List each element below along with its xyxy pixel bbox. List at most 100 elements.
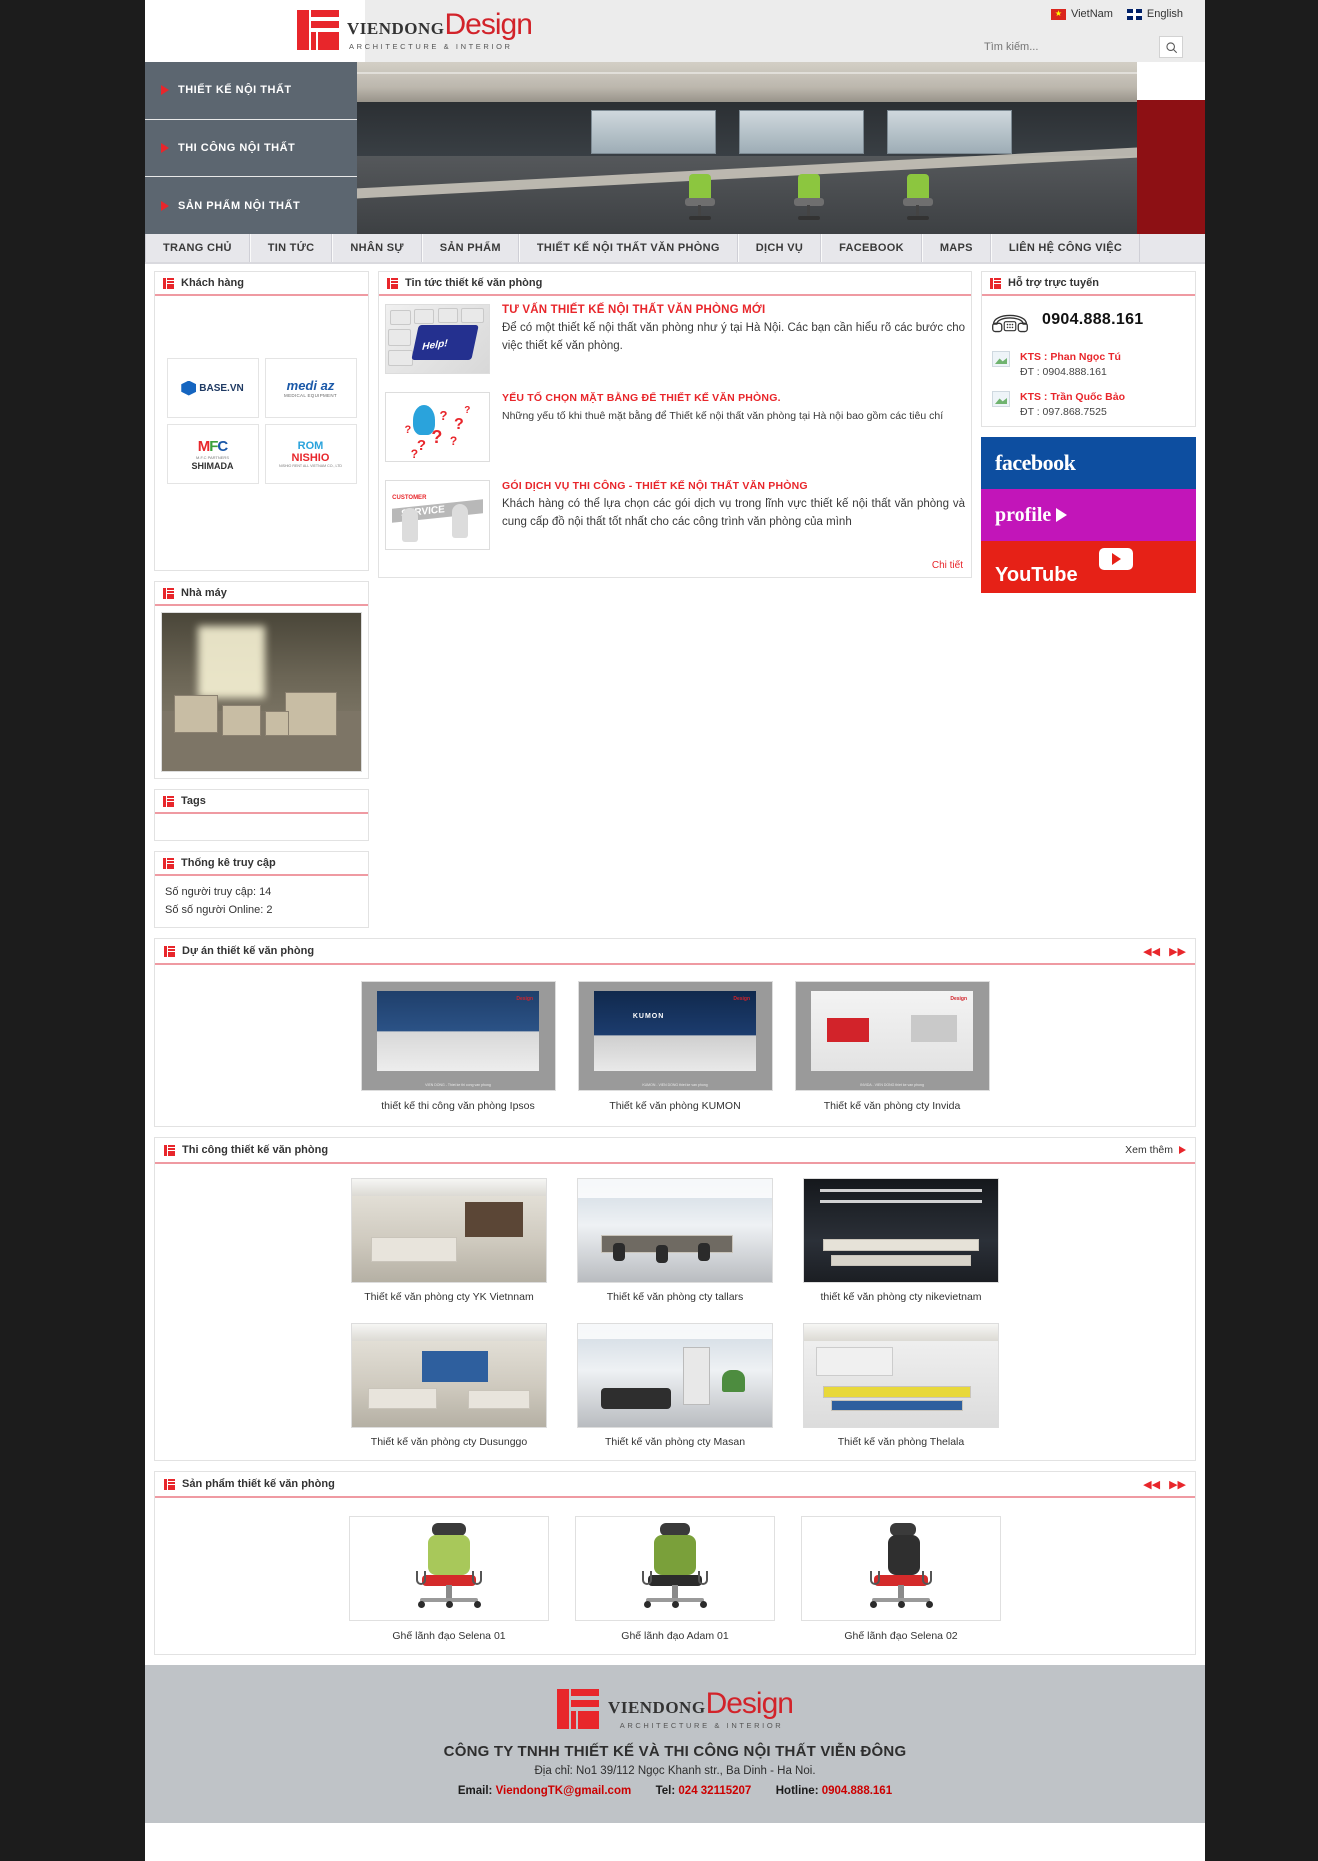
construction-grid-row1: Thiết kế văn phòng cty YK Vietnnam Thiết… [155, 1164, 1195, 1309]
construction-card-0[interactable]: Thiết kế văn phòng cty YK Vietnnam [351, 1178, 547, 1305]
panel-customers: Khách hàng BASE.VN medi az MEDICAL EQUIP… [154, 271, 369, 571]
project-card-0[interactable]: Design VIEN DONG - Thiet ke thi cong van… [360, 981, 556, 1116]
construction-more-link[interactable]: Xem thêm [1125, 1144, 1186, 1156]
nav-item-lien-he[interactable]: LIÊN HỆ CÔNG VIỆC [990, 234, 1141, 262]
youtube-play-icon [1099, 548, 1133, 570]
social-facebook-button[interactable]: facebook [981, 437, 1196, 489]
site-logo[interactable]: VIENDONG Design ARCHITECTURE & INTERIOR [297, 8, 533, 52]
construction-card-4[interactable]: Thiết kế văn phòng cty Masan [577, 1323, 773, 1450]
news-item-0[interactable]: TƯ VẤN THIẾT KẾ NỘI THẤT VĂN PHÒNG MỚI Đ… [379, 296, 971, 384]
telephone-icon [992, 314, 1028, 333]
panel-title-support: Hỗ trợ trực tuyến [1008, 277, 1099, 289]
social-youtube-button[interactable]: YouTube [981, 541, 1196, 593]
construction-card-5[interactable]: Thiết kế văn phòng Thelala [803, 1323, 999, 1450]
nav-item-facebook[interactable]: FACEBOOK [821, 234, 922, 262]
news-item-1[interactable]: ? ? ? ? ? ? ? ? YẾU TỐ CHỌN MẶT BẰNG ĐỂ … [379, 384, 971, 472]
play-triangle-icon [1056, 508, 1068, 522]
section-construction: Thi công thiết kế văn phòng Xem thêm Thi… [154, 1137, 1196, 1462]
news-heading-2[interactable]: GÓI DỊCH VỤ THI CÔNG - THIẾT KẾ NỘI THẤT… [502, 480, 965, 492]
project-card-1[interactable]: Design KUMON KUMON - VIEN DONG thiet ke … [577, 981, 773, 1116]
customer-logo-medi[interactable]: medi az MEDICAL EQUIPMENT [264, 358, 357, 418]
vn-flag-icon [1050, 8, 1066, 20]
product-caption-1: Ghế lãnh đạo Adam 01 [621, 1630, 729, 1643]
customer-sub-3: ROM [297, 440, 324, 452]
customer-sub-2: M.F.C PARTNERS [196, 454, 229, 460]
stats-body: Số người truy cập: 14 Số số người Online… [155, 876, 368, 927]
projects-prev-arrow-icon[interactable]: ◀◀ [1143, 945, 1160, 958]
nav-item-san-pham[interactable]: SẢN PHẨM [421, 234, 519, 262]
news-detail-link[interactable]: Chi tiết [379, 560, 971, 577]
footer-logo-tagline: ARCHITECTURE & INTERIOR [619, 1720, 784, 1730]
customer-sub-1: MEDICAL EQUIPMENT [284, 393, 337, 398]
project-caption-2: Thiết kế văn phòng cty Invida [823, 1100, 961, 1113]
nav-item-trang-chu[interactable]: TRANG CHỦ [145, 234, 250, 262]
language-english[interactable]: English [1126, 8, 1183, 20]
language-vietnam[interactable]: VietNam [1050, 8, 1113, 20]
panel-head-factory: Nhà máy [155, 582, 368, 606]
logo-mark-icon [297, 8, 341, 52]
construction-caption-0: Thiết kế văn phòng cty YK Vietnnam [364, 1291, 534, 1304]
hero-menu-item-thi-cong[interactable]: THI CÔNG NỘI THẤT [145, 120, 357, 178]
nav-item-thiet-ke-van-phong[interactable]: THIẾT KẾ NỘI THẤT VĂN PHÒNG [518, 234, 738, 262]
render-brand-icon: Design [950, 995, 968, 1002]
nav-item-tin-tuc[interactable]: TIN TỨC [249, 234, 333, 262]
construction-card-2[interactable]: thiết kế văn phòng cty nikevietnam [803, 1178, 999, 1305]
news-column: Tin tức thiết kế văn phòng Help! TƯ VẤN … [378, 271, 972, 588]
news-text-1: YẾU TỐ CHỌN MẶT BẰNG ĐỂ THIẾT KẾ VĂN PHÒ… [502, 392, 965, 462]
contact-card-icon [992, 351, 1010, 367]
news-body-2: Khách hàng có thể lựa chọn các gói dịch … [502, 498, 965, 528]
hero-menu-label-2: SẢN PHẨM NỘI THẤT [178, 199, 301, 212]
panel-support: Hỗ trợ trực tuyến 0904.888.161 KTS: Pha… [981, 271, 1196, 427]
footer-email-label: Email: [457, 1785, 493, 1798]
nav-item-nhan-su[interactable]: NHÂN SỰ [332, 234, 422, 262]
stats-line-online: Số số người Online: 2 [165, 903, 273, 916]
products-next-arrow-icon[interactable]: ▶▶ [1169, 1478, 1186, 1491]
product-image-0 [349, 1516, 549, 1622]
products-prev-arrow-icon[interactable]: ◀◀ [1143, 1478, 1160, 1491]
office-chair-icon [632, 1523, 718, 1615]
support-person-tel-1: ĐT : 097.868.7525 [1020, 406, 1107, 418]
product-card-1[interactable]: Ghế lãnh đạo Adam 01 [575, 1516, 775, 1646]
nav-item-dich-vu[interactable]: DỊCH VỤ [737, 234, 822, 262]
hero-menu-item-san-pham[interactable]: SẢN PHẨM NỘI THẤT [145, 177, 357, 234]
social-profile-button[interactable]: profile [981, 489, 1196, 541]
news-item-2[interactable]: CUSTOMER GÓI DỊCH VỤ THI CÔNG - THIẾT KẾ… [379, 472, 971, 560]
sidebar-right: Hỗ trợ trực tuyến 0904.888.161 KTS: Pha… [981, 271, 1196, 593]
customer-logo-basevn[interactable]: BASE.VN [166, 358, 259, 418]
search-input[interactable] [984, 37, 1159, 57]
panel-stats: Thống kê truy cập Số người truy cập: 14 … [154, 851, 369, 929]
panel-title-customers: Khách hàng [181, 277, 244, 289]
customer-logo-mfc[interactable]: MFC M.F.C PARTNERS SHIMADA [166, 424, 259, 484]
footer-hotline-value: 0904.888.161 [821, 1785, 893, 1798]
news-text-2: GÓI DỊCH VỤ THI CÔNG - THIẾT KẾ NỘI THẤT… [502, 480, 965, 550]
site-shell: VIENDONG Design ARCHITECTURE & INTERIOR … [145, 0, 1205, 1861]
construction-card-1[interactable]: Thiết kế văn phòng cty tallars [577, 1178, 773, 1305]
project-card-2[interactable]: Design INVIDA - VIEN DONG thiet ke van p… [794, 981, 990, 1116]
panel-bullet-icon [387, 277, 398, 289]
social-facebook-label: facebook [995, 450, 1076, 475]
arrow-right-icon [161, 200, 169, 211]
projects-next-arrow-icon[interactable]: ▶▶ [1169, 945, 1186, 958]
news-heading-1[interactable]: YẾU TỐ CHỌN MẶT BẰNG ĐỂ THIẾT KẾ VĂN PHÒ… [502, 392, 965, 404]
section-head-projects: Dự án thiết kế văn phòng ◀◀ ▶▶ [155, 939, 1195, 966]
content-columns: Khách hàng BASE.VN medi az MEDICAL EQUIP… [145, 264, 1205, 939]
language-switcher: VietNam English [1050, 8, 1183, 20]
footer-tel-value: 024 32115207 [678, 1785, 752, 1798]
footer-email-value[interactable]: ViendongTK@gmail.com [496, 1785, 632, 1797]
product-caption-2: Ghế lãnh đạo Selena 02 [844, 1630, 958, 1643]
customer-logo-nishio[interactable]: ROM NISHIO NISHIO RENT ALL VIETNAM CO., … [264, 424, 357, 484]
news-heading-0[interactable]: TƯ VẤN THIẾT KẾ NỘI THẤT VĂN PHÒNG MỚI [502, 304, 965, 316]
logo-tagline: ARCHITECTURE & INTERIOR [349, 41, 513, 51]
footer-logo-name-left: VIENDONG [608, 1697, 706, 1717]
construction-card-3[interactable]: Thiết kế văn phòng cty Dusunggo [351, 1323, 547, 1450]
search-button[interactable] [1159, 36, 1183, 58]
construction-image-0 [351, 1178, 547, 1284]
hero-image-office [357, 62, 1137, 234]
hero-banner: THIẾT KẾ NỘI THẤT THI CÔNG NỘI THẤT SẢN … [145, 62, 1205, 234]
hero-menu-item-thiet-ke[interactable]: THIẾT KẾ NỘI THẤT [145, 62, 357, 120]
construction-image-2 [803, 1178, 999, 1284]
nav-item-maps[interactable]: MAPS [921, 234, 991, 262]
product-card-2[interactable]: Ghế lãnh đạo Selena 02 [801, 1516, 1001, 1646]
logo-mark-icon [557, 1687, 601, 1731]
product-card-0[interactable]: Ghế lãnh đạo Selena 01 [349, 1516, 549, 1646]
